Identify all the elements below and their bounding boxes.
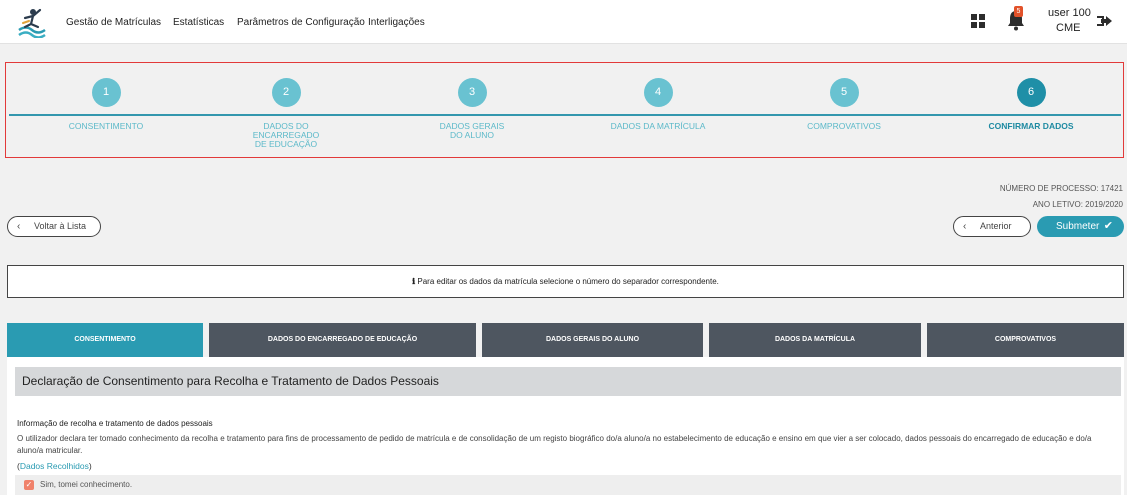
section-text: O utilizador declara ter tomado conhecim… (17, 434, 1092, 455)
nav-estatisticas[interactable]: Estatísticas (173, 17, 224, 28)
school-year: ANO LETIVO: 2019/2020 (1032, 200, 1123, 209)
tab-label: COMPROVATIVOS (994, 336, 1057, 343)
tab-consentimento[interactable]: CONSENTIMENTO (7, 323, 203, 362)
section-title: Informação de recolha e tratamento de da… (17, 419, 213, 428)
step-4[interactable]: 4 DADOS DA MATRÍCULA (578, 78, 738, 131)
step-2[interactable]: 2 DADOS DO ENCARREGADO DE EDUCAÇÃO (206, 78, 366, 149)
step-6-active[interactable]: 6 CONFIRMAR DADOS (951, 78, 1111, 131)
progress-stepper: 1 CONSENTIMENTO 2 DADOS DO ENCARREGADO D… (5, 62, 1124, 158)
consent-panel: Declaração de Consentimento para Recolha… (7, 357, 1124, 495)
step-5[interactable]: 5 COMPROVATIVOS (764, 78, 924, 131)
submit-label: Submeter (1056, 221, 1100, 232)
info-message-box: ℹ Para editar os dados da matrícula sele… (7, 265, 1124, 298)
step-number[interactable]: 6 (1016, 78, 1046, 107)
back-to-list-button[interactable]: ‹ Voltar à Lista (7, 216, 101, 237)
step-number[interactable]: 3 (457, 78, 487, 107)
top-nav: Gestão de Matrículas Estatísticas Parâme… (0, 0, 1127, 44)
step-label: COMPROVATIVOS (807, 121, 881, 131)
step-label: DADOS DO ENCARREGADO DE EDUCAÇÃO (252, 121, 320, 149)
tab-dados-gerais-aluno[interactable]: DADOS GERAIS DO ALUNO (482, 323, 703, 357)
consent-checkbox-row[interactable]: ✓ Sim, tomei conhecimento. (15, 475, 1121, 495)
dados-recolhidos: (Dados Recolhidos) (17, 461, 92, 471)
step-label: DADOS GERAIS DO ALUNO (439, 121, 505, 140)
tab-dados-encarregado[interactable]: DADOS DO ENCARREGADO DE EDUCAÇÃO (209, 323, 476, 357)
info-icon: ℹ (412, 277, 416, 286)
tab-comprovativos[interactable]: COMPROVATIVOS (927, 323, 1124, 357)
back-to-list-label: Voltar à Lista (34, 221, 87, 231)
nav-parametros-configuracao[interactable]: Parâmetros de Configuração (237, 17, 365, 28)
user-organization: CME (1056, 22, 1081, 34)
step-number[interactable]: 5 (829, 78, 859, 107)
consent-label: Sim, tomei conhecimento. (40, 480, 133, 489)
nav-gestao-matriculas[interactable]: Gestão de Matrículas (66, 17, 161, 28)
submit-button[interactable]: Submeter ✔ (1037, 216, 1124, 237)
step-label: CONSENTIMENTO (68, 121, 144, 131)
step-1[interactable]: 1 CONSENTIMENTO (26, 78, 186, 131)
step-number[interactable]: 2 (271, 78, 301, 107)
nav-interligacoes[interactable]: Interligações (368, 17, 425, 28)
step-label: DADOS DA MATRÍCULA (610, 121, 706, 131)
chevron-left-icon: ‹ (17, 221, 21, 232)
step-3[interactable]: 3 DADOS GERAIS DO ALUNO (392, 78, 552, 140)
dados-recolhidos-link[interactable]: Dados Recolhidos (20, 461, 89, 471)
notification-badge: 5 (1014, 6, 1023, 17)
logout-icon[interactable] (1095, 12, 1113, 30)
step-number[interactable]: 1 (91, 78, 121, 107)
tab-label: DADOS DA MATRÍCULA (774, 336, 856, 343)
step-number[interactable]: 4 (643, 78, 673, 107)
tab-label: DADOS DO ENCARREGADO DE EDUCAÇÃO (267, 336, 418, 343)
info-text: Para editar os dados da matrícula seleci… (417, 277, 719, 286)
panel-title: Declaração de Consentimento para Recolha… (15, 367, 1121, 396)
tab-label: DADOS GERAIS DO ALUNO (545, 336, 640, 343)
step-label: CONFIRMAR DADOS (988, 121, 1074, 131)
tab-label: CONSENTIMENTO (74, 336, 136, 343)
process-number: NÚMERO DE PROCESSO: 17421 (999, 184, 1123, 193)
previous-button[interactable]: ‹ Anterior (953, 216, 1031, 237)
user-name[interactable]: user 100 (1048, 7, 1091, 19)
check-icon: ✔ (1103, 220, 1113, 232)
chevron-left-icon: ‹ (963, 221, 967, 232)
apps-grid-icon[interactable] (971, 14, 985, 28)
consent-checkbox[interactable]: ✓ (24, 480, 34, 490)
app-logo-icon[interactable] (16, 6, 48, 38)
previous-label: Anterior (980, 221, 1012, 231)
tab-dados-matricula[interactable]: DADOS DA MATRÍCULA (709, 323, 921, 357)
